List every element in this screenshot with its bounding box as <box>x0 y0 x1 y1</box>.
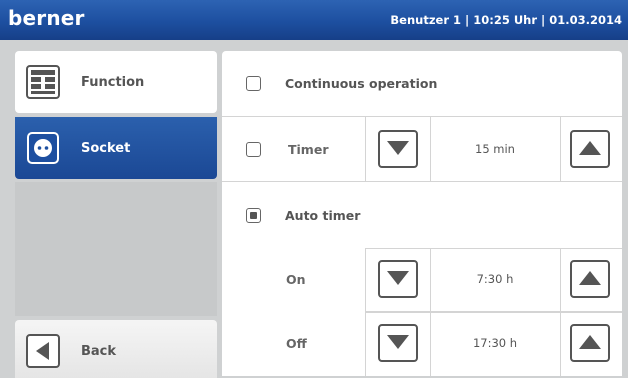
timer-increase-button[interactable] <box>570 130 610 168</box>
triangle-up-icon <box>579 334 601 353</box>
on-increase-button[interactable] <box>570 260 610 298</box>
back-button[interactable]: Back <box>15 320 217 378</box>
auto-timer-label: Auto timer <box>285 208 361 223</box>
continuous-operation-checkbox[interactable] <box>246 76 261 91</box>
off-decrease-button[interactable] <box>378 324 418 362</box>
triangle-up-icon <box>579 270 601 289</box>
timer-decrease-button[interactable] <box>378 130 418 168</box>
divider <box>560 248 561 312</box>
sidebar-item-label: Socket <box>81 140 131 156</box>
triangle-up-icon <box>579 140 601 159</box>
brand-logo: berner <box>8 6 85 30</box>
triangle-down-icon <box>387 140 409 159</box>
off-label: Off <box>286 336 307 351</box>
on-time-value: 7:30 h <box>476 272 514 286</box>
status-line: Benutzer 1 | 10:25 Uhr | 01.03.2014 <box>390 13 622 27</box>
on-label: On <box>286 272 306 287</box>
main-content: Function Socket Back Continuous operatio… <box>0 40 628 378</box>
sidebar-item-label: Function <box>81 74 145 90</box>
timer-checkbox[interactable] <box>246 142 261 157</box>
off-increase-button[interactable] <box>570 324 610 362</box>
timer-value: 15 min <box>475 142 515 156</box>
divider <box>560 312 561 376</box>
sidebar-item-function[interactable]: Function <box>15 51 217 113</box>
divider <box>365 117 366 182</box>
triangle-down-icon <box>387 334 409 353</box>
divider <box>365 248 366 312</box>
back-arrow-icon <box>25 333 61 369</box>
socket-icon <box>25 130 61 166</box>
settings-panel: Continuous operation Timer 15 min Auto t… <box>222 51 622 376</box>
divider <box>560 117 561 182</box>
divider <box>365 312 366 376</box>
auto-timer-checkbox[interactable] <box>246 208 261 223</box>
continuous-operation-row: Continuous operation <box>222 51 622 117</box>
on-time-row: On 7:30 h <box>222 248 622 312</box>
sidebar-item-socket[interactable]: Socket <box>15 117 217 179</box>
timer-row: Timer 15 min <box>222 117 622 182</box>
sidebar: Function Socket Back <box>0 40 222 378</box>
off-time-row: Off 17:30 h <box>222 312 622 376</box>
continuous-operation-label: Continuous operation <box>285 76 438 91</box>
auto-timer-row: Auto timer <box>222 182 622 248</box>
header-bar: berner Benutzer 1 | 10:25 Uhr | 01.03.20… <box>0 0 628 40</box>
function-grid-icon <box>25 64 61 100</box>
on-decrease-button[interactable] <box>378 260 418 298</box>
triangle-down-icon <box>387 270 409 289</box>
sidebar-empty-area <box>15 182 217 316</box>
back-label: Back <box>81 343 117 359</box>
off-time-value: 17:30 h <box>472 336 518 350</box>
timer-label: Timer <box>288 142 329 157</box>
